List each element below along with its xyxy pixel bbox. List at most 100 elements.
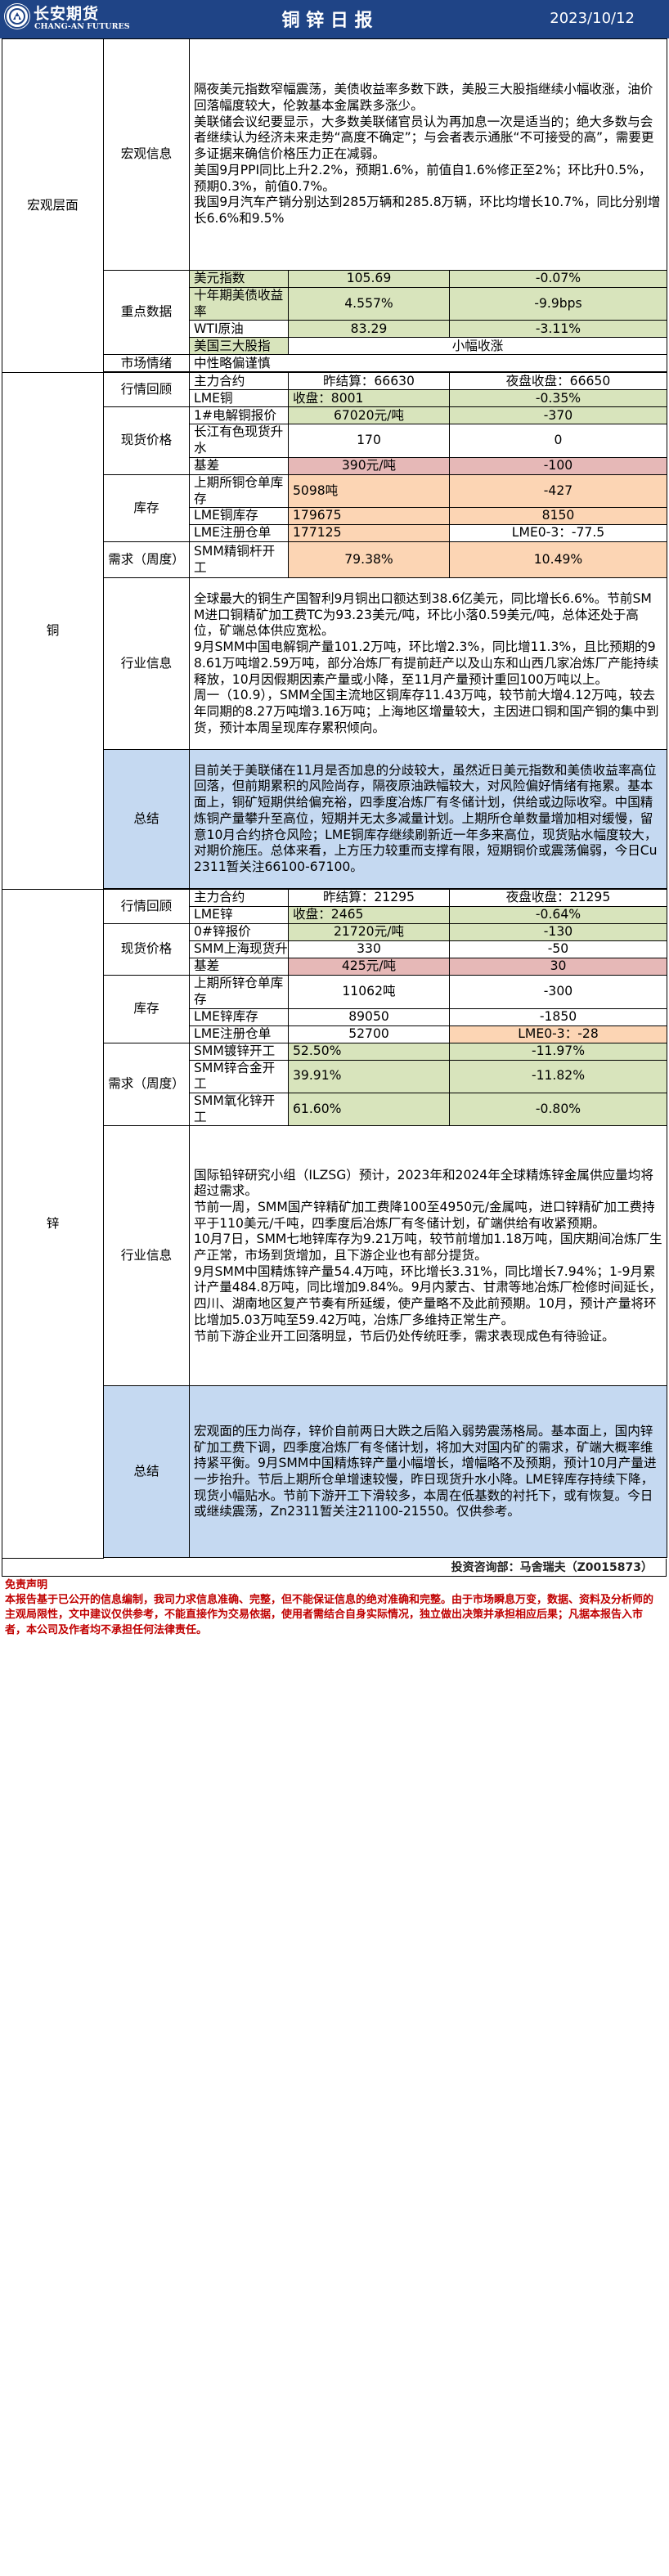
key-data-name: WTI原油 bbox=[189, 320, 289, 339]
copper-industry-text: 全球最大的铜生产国智利9月铜出口额达到38.6亿美元，同比增长6.6%。节前SM… bbox=[189, 577, 667, 751]
brand-name-cn: 长安期货 bbox=[34, 5, 100, 23]
sentiment-label: 市场情绪 bbox=[103, 354, 190, 373]
copper-demand1-value: 79.38% bbox=[288, 541, 450, 579]
macro-info-paragraph: 隔夜美元指数窄幅震荡，美债收益率多数下跌，美股三大股指继续小幅收涨，油价回落幅度… bbox=[194, 82, 653, 114]
report-table: 宏观层面 宏观信息 隔夜美元指数窄幅震荡，美债收益率多数下跌，美股三大股指继续小… bbox=[2, 38, 667, 1559]
report-header: 长安期货 CHANG-AN FUTURES 铜 锌 日 报 2023/10/12 bbox=[0, 0, 669, 38]
copper-stock-label: 库存 bbox=[103, 473, 190, 543]
macro-info-paragraph: 美联储会议纪要显示，大多数美联储官员认为再加息一次是适当的；绝大多数与会者继续认… bbox=[194, 114, 654, 162]
zinc-basis-name: 基差 bbox=[189, 958, 289, 976]
zinc-spot1-value: 21720元/吨 bbox=[288, 923, 450, 942]
copper-stock1-value: 5098吨 bbox=[288, 473, 450, 509]
report-title: 铜 锌 日 报 bbox=[281, 11, 373, 31]
copper-summary-paragraph: 目前关于美联储在11月是否加息的分歧较大，虽然近日美元指数和美债收益率高位回落，… bbox=[194, 762, 658, 874]
key-data-value: 83.29 bbox=[288, 320, 450, 339]
key-data-value: 4.557% bbox=[288, 286, 450, 321]
key-data-value: 105.69 bbox=[288, 270, 450, 288]
zinc-demand2-value: 39.91% bbox=[288, 1059, 450, 1094]
key-data-name: 美国三大股指 bbox=[189, 337, 289, 356]
key-data-change: -9.9bps bbox=[449, 286, 667, 321]
copper-industry-paragraph: 全球最大的铜生产国智利9月铜出口额达到38.6亿美元，同比增长6.6%。节前SM… bbox=[194, 591, 652, 639]
key-data-label: 重点数据 bbox=[103, 269, 190, 356]
zinc-lme-change: -0.64% bbox=[449, 906, 667, 925]
zinc-stock2-change: -1850 bbox=[449, 1008, 667, 1026]
copper-stock3-name: LME注册仓单 bbox=[189, 524, 289, 543]
zinc-demand1-name: SMM镀锌开工 bbox=[189, 1042, 289, 1061]
copper-settle: 昨结算：66630 bbox=[288, 372, 450, 391]
copper-summary-label: 总结 bbox=[103, 749, 190, 890]
zinc-stock2-name: LME锌库存 bbox=[189, 1008, 289, 1026]
copper-night-close: 夜盘收盘：66650 bbox=[449, 372, 667, 391]
key-data-name: 美元指数 bbox=[189, 270, 289, 288]
report-date: 2023/10/12 bbox=[550, 10, 635, 27]
copper-spot2-name: 长江有色现货升水 bbox=[189, 424, 289, 458]
copper-spot1-change: -370 bbox=[449, 406, 667, 425]
zinc-spot-label: 现货价格 bbox=[103, 923, 190, 976]
copper-lme-change: -0.35% bbox=[449, 389, 667, 408]
zinc-night-close: 夜盘收盘：21295 bbox=[449, 889, 667, 908]
copper-spot1-value: 67020元/吨 bbox=[288, 406, 450, 425]
brand-name-en: CHANG-AN FUTURES bbox=[34, 22, 130, 31]
copper-lme-close: 收盘：8001 bbox=[288, 389, 450, 408]
disclaimer-text: 本报告基于已公开的信息编制，我司力求信息准确、完整，但不能保证信息的绝对准确和完… bbox=[5, 1594, 654, 1636]
zinc-basis-value: 425元/吨 bbox=[288, 958, 450, 976]
copper-industry-paragraph: 周一（10.9），SMM全国主流地区铜库存11.43万吨，较节前大增4.12万吨… bbox=[194, 688, 659, 735]
zinc-industry-paragraph: 10月7日，SMM七地锌库存为9.21万吨，较节前增加1.18万吨，国庆期间冶炼… bbox=[194, 1232, 662, 1263]
zinc-spot1-change: -130 bbox=[449, 923, 667, 942]
zinc-settle: 昨结算：21295 bbox=[288, 889, 450, 908]
zinc-industry-paragraph: 节前下游企业开工回落明显，节后仍处传统旺季，需求表现成色有待验证。 bbox=[194, 1328, 615, 1344]
copper-stock3-value: 177125 bbox=[288, 524, 450, 543]
copper-stock2-value: 179675 bbox=[288, 507, 450, 526]
key-data-value: 小幅收涨 bbox=[288, 337, 667, 356]
copper-spot-label: 现货价格 bbox=[103, 406, 190, 475]
copper-stock1-change: -427 bbox=[449, 473, 667, 509]
macro-info-label: 宏观信息 bbox=[103, 38, 190, 271]
copper-spot2-value: 170 bbox=[288, 424, 450, 458]
zinc-industry-label: 行业信息 bbox=[103, 1125, 190, 1387]
zinc-quote-label: 行情回顾 bbox=[103, 889, 190, 925]
key-data-name: 十年期美债收益率 bbox=[189, 286, 289, 321]
copper-spot1-name: 1#电解铜报价 bbox=[189, 406, 289, 425]
macro-info-row: 宏观层面 宏观信息 隔夜美元指数窄幅震荡，美债收益率多数下跌，美股三大股指继续小… bbox=[2, 38, 667, 374]
zinc-quote-row: 锌 行情回顾 主力合约 昨结算：21295 夜盘收盘：21295 bbox=[2, 889, 667, 1559]
section-label-copper: 铜 bbox=[2, 372, 104, 891]
zinc-summary-label: 总结 bbox=[103, 1385, 190, 1559]
copper-stock2-name: LME铜库存 bbox=[189, 507, 289, 526]
zinc-demand-label: 需求（周度） bbox=[103, 1042, 190, 1127]
zinc-demand2-name: SMM锌合金开工 bbox=[189, 1059, 289, 1094]
zinc-demand3-change: -0.80% bbox=[449, 1093, 667, 1127]
zinc-stock1-value: 11062吨 bbox=[288, 975, 450, 1009]
report-body: 宏观层面 宏观信息 隔夜美元指数窄幅震荡，美债收益率多数下跌，美股三大股指继续小… bbox=[2, 38, 667, 1640]
copper-basis-value: 390元/吨 bbox=[288, 456, 450, 475]
copper-demand1-name: SMM精铜杆开工 bbox=[189, 541, 289, 579]
zinc-spot2-name: SMM上海现货升水 bbox=[189, 940, 289, 959]
zinc-demand1-change: -11.97% bbox=[449, 1042, 667, 1061]
chang-an-logo-icon bbox=[5, 4, 29, 29]
copper-demand-label: 需求（周度） bbox=[103, 541, 190, 579]
macro-info-paragraph: 美国9月PPI同比上升2.2%，预期1.6%，前值自1.6%修正至2%；环比升0… bbox=[194, 162, 652, 194]
zinc-spot2-change: -50 bbox=[449, 940, 667, 959]
zinc-demand2-change: -11.82% bbox=[449, 1059, 667, 1094]
copper-stock3-change: LME0-3：-77.5 bbox=[449, 524, 667, 543]
copper-summary-text: 目前关于美联储在11月是否加息的分歧较大，虽然近日美元指数和美债收益率高位回落，… bbox=[189, 749, 667, 890]
copper-basis-change: -100 bbox=[449, 456, 667, 475]
zinc-stock1-change: -300 bbox=[449, 975, 667, 1009]
key-data-change: -3.11% bbox=[449, 320, 667, 339]
copper-basis-name: 基差 bbox=[189, 456, 289, 475]
copper-stock1-name: 上期所铜仓单库存 bbox=[189, 473, 289, 509]
zinc-stock3-change: LME0-3：-28 bbox=[449, 1025, 667, 1043]
zinc-industry-paragraph: 国际铅锌研究小组（ILZSG）预计，2023年和2024年全球精炼锌金属供应量均… bbox=[194, 1167, 653, 1199]
zinc-stock2-value: 89050 bbox=[288, 1008, 450, 1026]
copper-lme-name: LME铜 bbox=[189, 389, 289, 408]
zinc-spot1-name: 0#锌报价 bbox=[189, 923, 289, 942]
zinc-industry-paragraph: 9月SMM中国精炼锌产量54.4万吨，环比增长3.31%，同比增长7.94%；1… bbox=[194, 1263, 662, 1327]
analyst-signature: 投资咨询部：马舍瑞夫（Z0015873） bbox=[2, 1558, 667, 1577]
copper-demand1-change: 10.49% bbox=[449, 541, 667, 579]
zinc-stock1-name: 上期所锌仓单库存 bbox=[189, 975, 289, 1009]
zinc-lme-name: LME锌 bbox=[189, 906, 289, 925]
copper-stock2-change: 8150 bbox=[449, 507, 667, 526]
zinc-summary-text: 宏观面的压力尚存，锌价自前两日大跌之后陷入弱势震荡格局。基本面上，国内锌矿加工费… bbox=[189, 1385, 667, 1559]
copper-industry-label: 行业信息 bbox=[103, 577, 190, 751]
copper-quote-label: 行情回顾 bbox=[103, 372, 190, 408]
disclaimer-title: 免责声明 bbox=[5, 1578, 48, 1591]
